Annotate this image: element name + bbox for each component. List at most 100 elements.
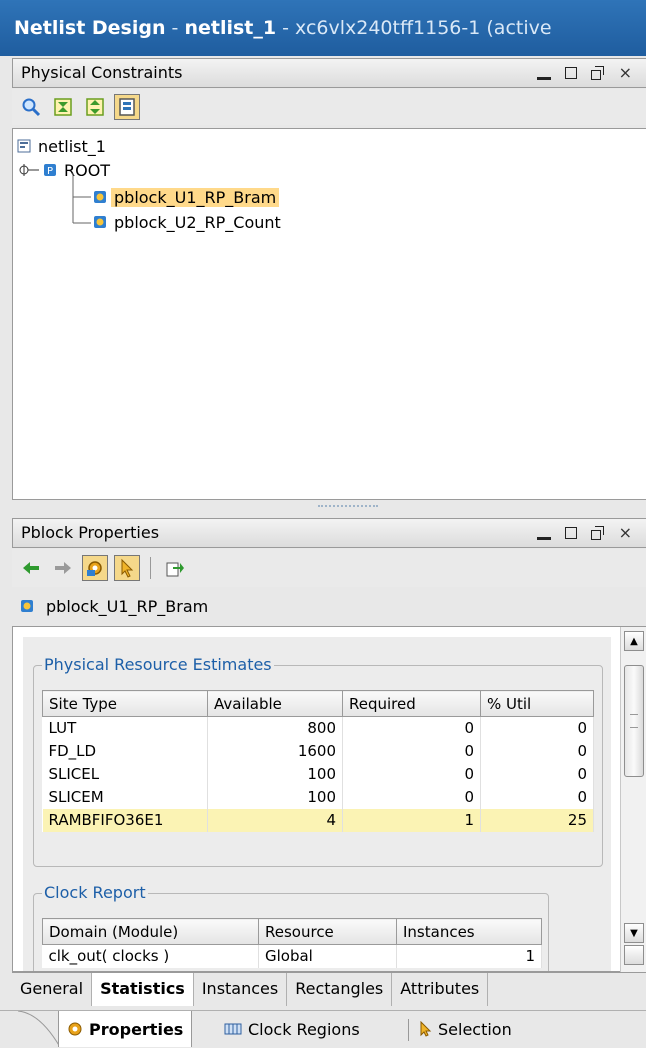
tab-selection[interactable]: Selection [410, 1011, 520, 1047]
table-row[interactable]: SLICEL 100 0 0 [42, 762, 594, 786]
export-icon [166, 562, 184, 577]
auto-update-button[interactable] [82, 555, 108, 581]
table-cell: SLICEM [42, 785, 208, 809]
clock-table: Domain (Module) Resource Instances clk_o… [42, 918, 542, 968]
title-part: - xc6vlx240tff1156-1 (active [276, 17, 552, 39]
table-cell: LUT [42, 716, 208, 740]
tree-connector-lines [72, 173, 91, 224]
resource-estimates-title: Physical Resource Estimates [42, 655, 274, 675]
tab-clock-regions-label: Clock Regions [248, 1019, 360, 1039]
title-sep: - [165, 17, 185, 39]
table-cell: 800 [207, 716, 343, 740]
selected-pblock: pblock_U1_RP_Bram [12, 590, 646, 622]
close-icon[interactable]: × [619, 65, 632, 81]
constraints-tree: netlist_1 P ROOT pblock_U1_RP_Bram pbloc… [12, 128, 646, 500]
table-cell: 25 [480, 808, 594, 832]
table-cell: 100 [207, 785, 343, 809]
follow-selection-button[interactable] [114, 555, 140, 581]
table-row[interactable]: clk_out( clocks ) Global 1 [42, 944, 542, 968]
expand-all-button[interactable] [82, 94, 108, 120]
tree-root-netlist[interactable]: netlist_1 [17, 135, 109, 157]
svg-text:P: P [47, 166, 53, 177]
physical-constraints-header: Physical Constraints × [12, 58, 646, 88]
expand-toggle-icon [19, 164, 39, 176]
back-button[interactable] [18, 555, 44, 581]
column-header[interactable]: % Util [480, 690, 594, 717]
scroll-up-button[interactable]: ▲ [624, 631, 644, 651]
scroll-thumb[interactable] [624, 665, 644, 777]
tab-separator [408, 1019, 409, 1041]
clock-report-group: Clock Report Domain (Module) Resource In… [33, 883, 549, 971]
tab-clock-regions[interactable]: Clock Regions [216, 1011, 368, 1047]
export-button[interactable] [161, 555, 187, 581]
column-header[interactable]: Site Type [42, 690, 208, 717]
tree-item-pblock-u1[interactable]: pblock_U1_RP_Bram [93, 186, 280, 208]
table-cell: 0 [480, 716, 594, 740]
scroll-down-button[interactable]: ▼ [624, 923, 644, 943]
table-row[interactable]: LUT 800 0 0 [42, 716, 594, 740]
tab-rectangles[interactable]: Rectangles [287, 973, 393, 1006]
physical-constraints-toolbar [12, 89, 646, 125]
minimize-icon[interactable] [536, 76, 551, 80]
search-button[interactable] [18, 94, 44, 120]
column-header[interactable]: Required [342, 690, 481, 717]
tab-instances[interactable]: Instances [194, 973, 288, 1006]
collapse-all-button[interactable] [50, 94, 76, 120]
table-row-highlighted[interactable]: RAMBFIFO36E1 4 1 25 [42, 808, 594, 832]
tab-statistics[interactable]: Statistics [92, 973, 194, 1006]
cursor-icon [420, 1021, 432, 1037]
tree-label-netlist: netlist_1 [38, 136, 106, 156]
column-header[interactable]: Available [207, 690, 343, 717]
float-icon[interactable] [590, 526, 605, 540]
tree-label-pblock-u2: pblock_U2_RP_Count [114, 212, 281, 232]
table-cell: 0 [342, 762, 481, 786]
tree-label-pblock-u1: pblock_U1_RP_Bram [111, 187, 280, 207]
show-hierarchy-button[interactable] [114, 94, 140, 120]
column-header[interactable]: Resource [258, 918, 397, 945]
resource-table: Site Type Available Required % Util LUT … [42, 690, 594, 832]
tab-attributes[interactable]: Attributes [392, 973, 489, 1006]
panel-window-controls: × [536, 519, 632, 547]
title-app: Netlist Design [14, 17, 166, 39]
toolbar-separator [150, 557, 151, 579]
table-cell: 0 [480, 785, 594, 809]
gear-icon [87, 561, 102, 576]
panel-window-controls: × [536, 59, 632, 87]
maximize-icon[interactable] [564, 67, 577, 79]
statistics-panel: Physical Resource Estimates Site Type Av… [23, 637, 611, 971]
netlist-icon [17, 139, 31, 153]
table-cell: 4 [207, 808, 343, 832]
table-cell: 0 [342, 739, 481, 763]
vertical-scrollbar[interactable]: ▲ ▼ [620, 627, 646, 973]
forward-arrow-icon [55, 562, 71, 574]
pblock-root-icon: P [44, 164, 56, 177]
table-row[interactable]: SLICEM 100 0 0 [42, 785, 594, 809]
column-header[interactable]: Instances [396, 918, 542, 945]
pblock-properties-title: Pblock Properties [21, 523, 160, 542]
expand-all-icon [86, 98, 104, 116]
column-header[interactable]: Domain (Module) [42, 918, 259, 945]
hierarchy-icon [119, 98, 135, 116]
maximize-icon[interactable] [564, 527, 577, 539]
resource-table-header: Site Type Available Required % Util [42, 690, 594, 717]
resource-estimates-group: Physical Resource Estimates Site Type Av… [33, 655, 603, 867]
search-icon [22, 98, 41, 117]
table-cell: 0 [342, 785, 481, 809]
tab-general[interactable]: General [12, 973, 93, 1006]
tab-properties[interactable]: Properties [58, 1011, 193, 1047]
pblock-icon [94, 191, 106, 203]
tree-item-pblock-u2[interactable]: pblock_U2_RP_Count [93, 211, 284, 233]
float-icon[interactable] [590, 66, 605, 80]
minimize-icon[interactable] [536, 536, 551, 540]
table-cell: 0 [480, 739, 594, 763]
scroll-corner [624, 945, 644, 965]
forward-button[interactable] [50, 555, 76, 581]
panel-splitter[interactable] [12, 500, 646, 518]
close-icon[interactable]: × [619, 525, 632, 541]
view-tabs: Properties Clock Regions Selection [0, 1010, 646, 1048]
table-cell: SLICEL [42, 762, 208, 786]
title-design: netlist_1 [184, 17, 277, 39]
table-row[interactable]: FD_LD 1600 0 0 [42, 739, 594, 763]
pblock-icon [94, 216, 106, 228]
clock-regions-icon [224, 1023, 242, 1035]
